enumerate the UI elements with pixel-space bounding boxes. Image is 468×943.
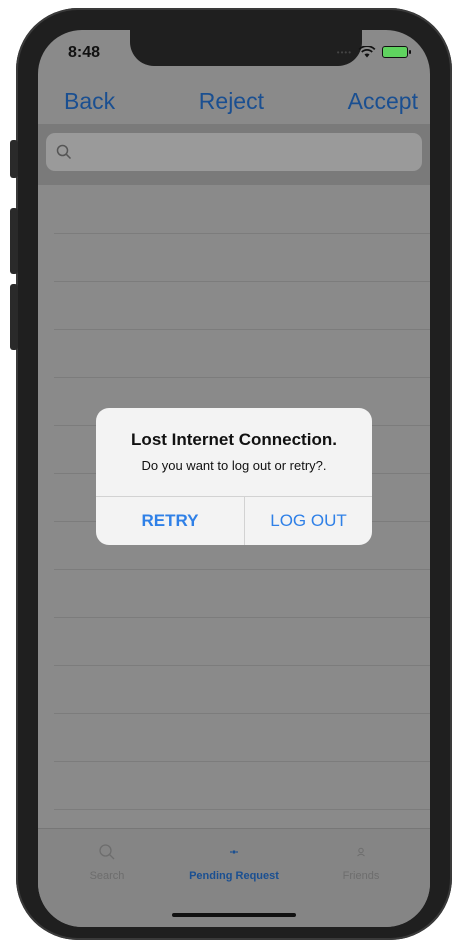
- wifi-icon: [358, 46, 376, 58]
- tab-bar: Search Pending Request Friends: [38, 828, 430, 927]
- status-icons: ••••: [336, 46, 411, 58]
- friends-icon: [357, 847, 365, 857]
- screen: 8:48 •••• Back Reject Accept Search Pend…: [38, 30, 430, 927]
- row-separator: [54, 809, 430, 810]
- row-separator: [54, 281, 430, 282]
- notch: [130, 30, 362, 66]
- retry-button[interactable]: RETRY: [96, 496, 244, 545]
- search-icon: [99, 844, 115, 860]
- volume-up-button: [10, 208, 18, 274]
- accept-button[interactable]: Accept: [348, 88, 418, 115]
- back-button[interactable]: Back: [64, 88, 115, 115]
- row-separator: [54, 329, 430, 330]
- tab-friends[interactable]: Friends: [296, 843, 426, 882]
- tab-search[interactable]: Search: [42, 843, 172, 882]
- volume-down-button: [10, 284, 18, 350]
- alert-title: Lost Internet Connection.: [131, 430, 337, 449]
- mute-switch: [10, 140, 18, 178]
- status-time: 8:48: [68, 44, 101, 61]
- row-separator: [54, 665, 430, 666]
- alert-dialog: Lost Internet Connection. Do you want to…: [96, 408, 372, 545]
- row-separator: [54, 569, 430, 570]
- tab-label: Pending Request: [189, 870, 279, 882]
- search-input[interactable]: [46, 133, 422, 171]
- search-icon: [56, 144, 72, 160]
- search-bar-container: [38, 125, 430, 185]
- reject-button[interactable]: Reject: [199, 88, 264, 115]
- tab-label: Search: [89, 870, 125, 882]
- signal-icon: ••••: [336, 47, 352, 57]
- row-separator: [54, 617, 430, 618]
- alert-message: Do you want to log out or retry?.: [141, 458, 327, 473]
- log-out-button[interactable]: LOG OUT: [245, 496, 372, 545]
- row-separator: [54, 713, 430, 714]
- row-separator: [54, 233, 430, 234]
- tab-pending-request[interactable]: Pending Request: [169, 843, 299, 882]
- tab-label: Friends: [342, 870, 380, 882]
- battery-icon: [382, 46, 411, 58]
- row-separator: [54, 377, 430, 378]
- navigation-bar: Back Reject Accept: [38, 78, 430, 124]
- row-separator: [54, 761, 430, 762]
- home-indicator[interactable]: [172, 913, 296, 917]
- pending-icon: [230, 850, 238, 854]
